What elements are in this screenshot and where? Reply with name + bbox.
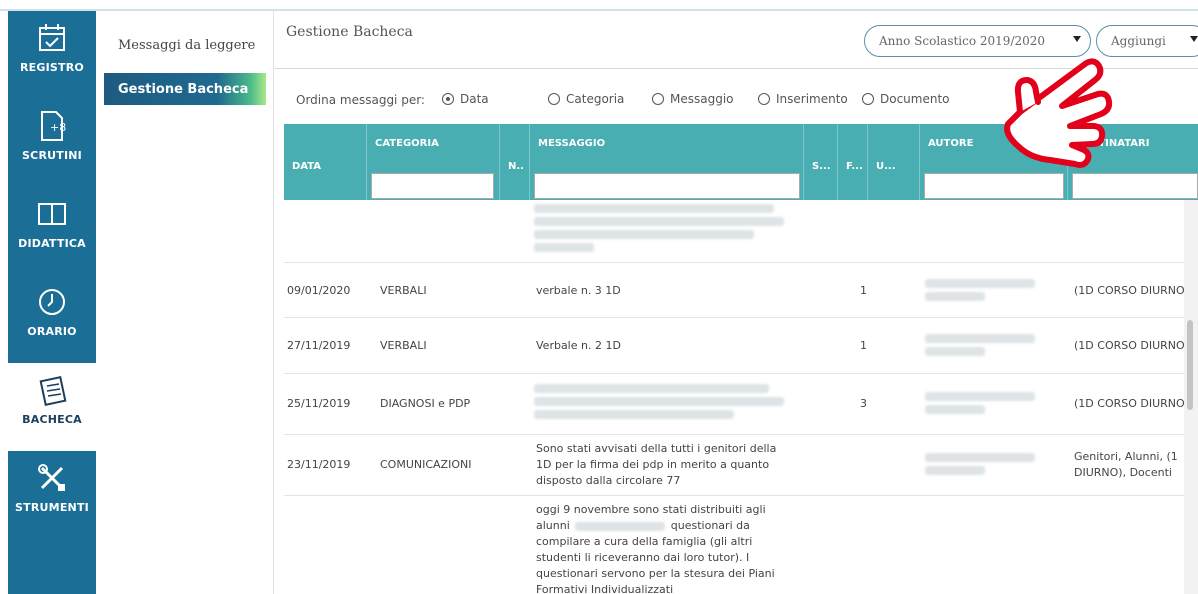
table-row[interactable]: 27/11/2019 VERBALI Verbale n. 2 1D 1 (1D… <box>284 318 1184 374</box>
filter-messaggio-input[interactable] <box>534 173 800 199</box>
table-row[interactable]: 09/01/2020 VERBALI verbale n. 3 1D 1 (1D… <box>284 263 1184 318</box>
message-cell-redacted <box>534 200 794 256</box>
svg-text:+8: +8 <box>50 121 66 134</box>
sort-label: Ordina messaggi per: <box>296 93 425 107</box>
sort-radio-categoria[interactable]: Categoria <box>548 92 624 106</box>
message-cell: Verbale n. 2 1D <box>536 339 621 352</box>
radio-icon <box>548 93 560 105</box>
radio-icon <box>758 93 770 105</box>
message-cell: oggi 9 novembre sono stati distribuiti a… <box>536 502 794 594</box>
date-cell: 23/11/2019 <box>287 458 351 471</box>
column-header-data[interactable]: DATA <box>284 124 367 200</box>
message-cell: verbale n. 3 1D <box>536 284 621 297</box>
category-cell: VERBALI <box>380 284 427 297</box>
message-cell: Sono stati avvisati della tutti i genito… <box>536 442 777 487</box>
main-nav: REGISTRO +8 SCRUTINI DIDATTICA ORARIO BA… <box>8 11 96 594</box>
nav-label-didattica: DIDATTICA <box>18 237 86 250</box>
sort-option-label: Categoria <box>566 92 625 106</box>
app-window: REGISTRO +8 SCRUTINI DIDATTICA ORARIO BA… <box>0 0 1198 594</box>
document-plus-icon: +8 <box>41 111 66 141</box>
table-row[interactable]: oggi 9 novembre sono stati distribuiti a… <box>284 496 1184 594</box>
add-select-label: Aggiungi <box>1111 34 1166 48</box>
column-header-u[interactable]: U... <box>868 124 920 200</box>
clock-icon <box>39 289 65 315</box>
nav-item-didattica[interactable]: DIDATTICA <box>8 187 96 275</box>
sort-radio-documento[interactable]: Documento <box>862 92 950 106</box>
column-header-f[interactable]: F... <box>838 124 868 200</box>
book-icon <box>38 203 66 225</box>
nav-item-bacheca[interactable]: BACHECA <box>8 363 96 451</box>
f-cell: 3 <box>860 397 867 410</box>
sort-option-label: Documento <box>880 92 950 106</box>
submenu-item-gestione-bacheca[interactable]: Gestione Bacheca <box>104 73 266 105</box>
sort-radio-inserimento[interactable]: Inserimento <box>758 92 848 106</box>
nav-item-orario[interactable]: ORARIO <box>8 275 96 363</box>
date-cell: 25/11/2019 <box>287 397 351 410</box>
page-title: Gestione Bacheca <box>286 24 413 40</box>
table-row[interactable]: 25/11/2019 DIAGNOSI e PDP 3 (1D CORSO DI… <box>284 374 1184 435</box>
recipients-cell: (1D CORSO DIURNO <box>1074 397 1184 410</box>
nav-label-bacheca: BACHECA <box>22 413 82 426</box>
nav-label-orario: ORARIO <box>27 325 77 338</box>
calendar-check-icon <box>39 24 65 51</box>
nav-label-strumenti: STRUMENTI <box>15 501 89 514</box>
column-header-categoria[interactable]: CATEGORIA <box>367 124 500 200</box>
nav-item-scrutini[interactable]: +8 SCRUTINI <box>8 99 96 187</box>
column-label: AUTORE <box>928 138 974 149</box>
scrollbar-thumb[interactable] <box>1187 320 1193 410</box>
column-label: F... <box>846 161 863 172</box>
author-cell-redacted <box>925 449 1045 479</box>
sort-option-label: Data <box>460 92 489 106</box>
recipients-cell: (1D CORSO DIURNO <box>1074 339 1184 352</box>
radio-icon <box>862 93 874 105</box>
top-border <box>0 0 1198 11</box>
column-label: N.. <box>508 161 524 172</box>
radio-selected-icon <box>442 93 454 105</box>
message-cell-redacted <box>534 380 794 423</box>
school-year-value: Anno Scolastico 2019/2020 <box>879 34 1046 48</box>
sort-option-label: Messaggio <box>670 92 734 106</box>
submenu: Messaggi da leggere Gestione Bacheca <box>96 11 274 594</box>
date-cell: 27/11/2019 <box>287 339 351 352</box>
recipients-cell: Genitori, Alunni, (1 DIURNO), Docenti <box>1074 450 1178 479</box>
chevron-down-icon <box>1073 36 1081 42</box>
table-row[interactable] <box>284 200 1184 263</box>
column-header-messaggio[interactable]: MESSAGGIO <box>530 124 804 200</box>
sort-radio-data[interactable]: Data <box>442 92 489 106</box>
sort-option-label: Inserimento <box>776 92 848 106</box>
table-scrollbar[interactable] <box>1184 200 1198 594</box>
table-body: 09/01/2020 VERBALI verbale n. 3 1D 1 (1D… <box>284 200 1184 594</box>
author-cell-redacted <box>925 330 1045 360</box>
category-cell: DIAGNOSI e PDP <box>380 397 471 410</box>
f-cell: 1 <box>860 284 867 297</box>
column-label: DATA <box>292 161 322 172</box>
nav-item-strumenti[interactable]: STRUMENTI <box>8 451 96 539</box>
nav-label-scrutini: SCRUTINI <box>22 149 82 162</box>
tools-icon <box>38 464 65 491</box>
category-cell: VERBALI <box>380 339 427 352</box>
table-row[interactable]: 23/11/2019 COMUNICAZIONI Sono stati avvi… <box>284 435 1184 496</box>
radio-icon <box>652 93 664 105</box>
submenu-item-messaggi-da-leggere[interactable]: Messaggi da leggere <box>104 29 266 61</box>
column-label: MESSAGGIO <box>538 138 606 149</box>
f-cell: 1 <box>860 339 867 352</box>
bulletin-board-icon <box>39 375 67 407</box>
column-label: CATEGORIA <box>375 138 439 149</box>
author-cell-redacted <box>925 275 1045 305</box>
category-cell: COMUNICAZIONI <box>380 458 472 471</box>
sort-radio-messaggio[interactable]: Messaggio <box>652 92 734 106</box>
date-cell: 09/01/2020 <box>287 284 351 297</box>
filter-categoria-input[interactable] <box>371 173 494 199</box>
pointing-hand-icon <box>1004 58 1113 168</box>
recipients-cell: (1D CORSO DIURNO <box>1074 284 1184 297</box>
nav-label-registro: REGISTRO <box>20 61 84 74</box>
nav-item-registro[interactable]: REGISTRO <box>8 11 96 99</box>
column-header-s[interactable]: S... <box>804 124 838 200</box>
column-label: U... <box>876 161 896 172</box>
column-header-n[interactable]: N.. <box>500 124 530 200</box>
chevron-down-icon <box>1190 36 1198 42</box>
column-label: S... <box>812 161 831 172</box>
author-cell-redacted <box>925 388 1045 418</box>
